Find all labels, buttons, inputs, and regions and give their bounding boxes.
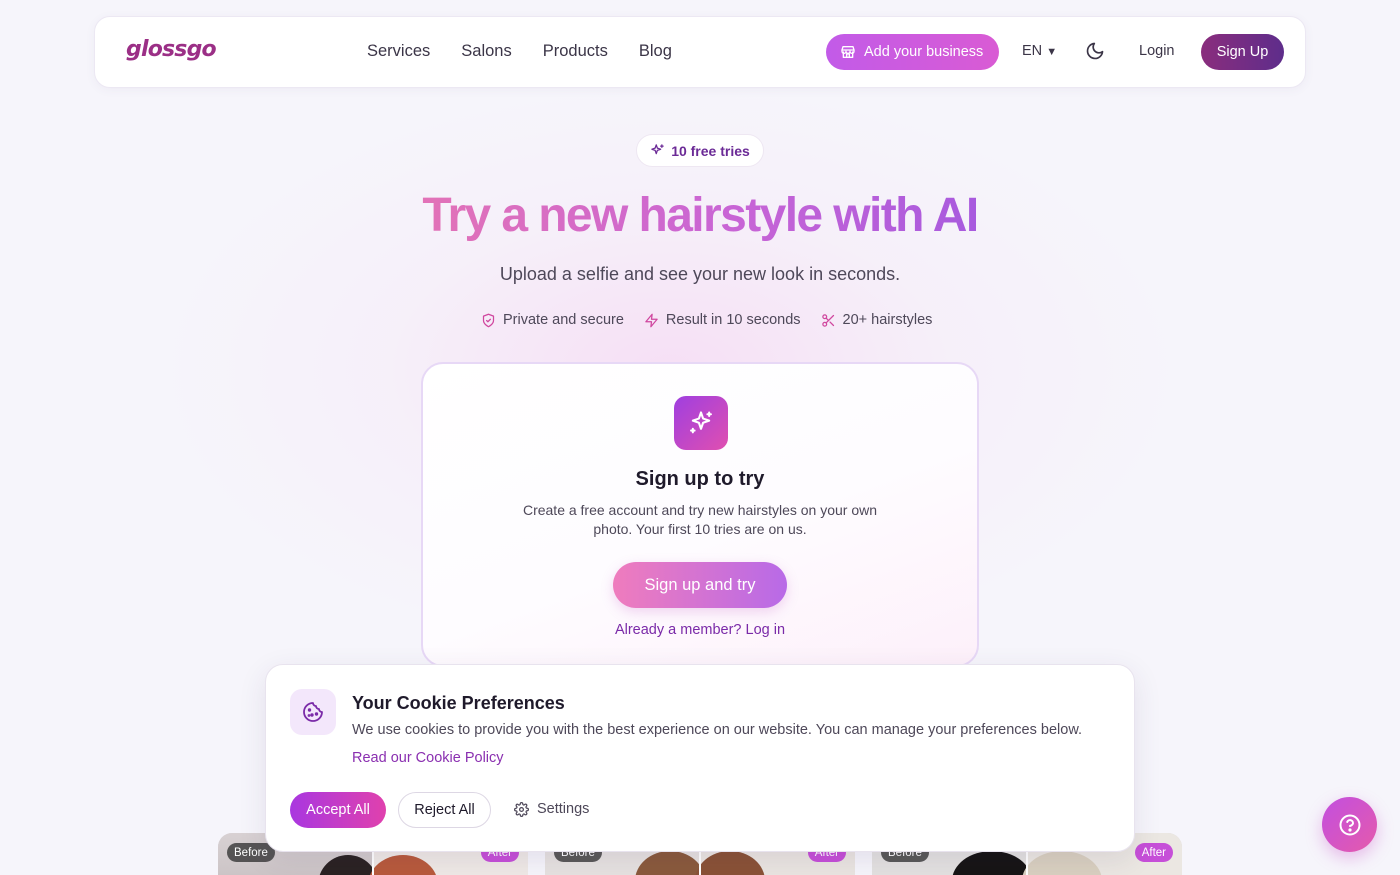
cookie-icon xyxy=(290,689,336,735)
main-nav: Services Salons Products Blog xyxy=(367,42,703,61)
scissors-icon xyxy=(821,313,834,327)
nav-services[interactable]: Services xyxy=(367,42,430,61)
theme-toggle[interactable] xyxy=(1085,41,1105,61)
member-login-link[interactable]: Already a member? Log in xyxy=(423,622,977,638)
signup-and-try-button[interactable]: Sign up and try xyxy=(613,562,787,608)
add-business-button[interactable]: Add your business xyxy=(826,34,999,70)
language-selector[interactable]: EN ▼ xyxy=(1022,43,1057,59)
site-logo[interactable]: glossgo xyxy=(126,37,217,62)
signup-button[interactable]: Sign Up xyxy=(1201,34,1284,70)
after-tag: After xyxy=(1134,843,1173,862)
cookie-glyph xyxy=(303,702,323,722)
caret-down-icon: ▼ xyxy=(1046,46,1058,58)
before-tag: Before xyxy=(227,843,275,862)
cookie-title: Your Cookie Preferences xyxy=(352,693,565,713)
login-link[interactable]: Login xyxy=(1139,43,1174,59)
shield-icon xyxy=(482,313,495,327)
sparkles-icon xyxy=(651,144,664,155)
feature-private-label: Private and secure xyxy=(503,312,624,328)
nav-products[interactable]: Products xyxy=(543,42,608,61)
feature-hairstyles-label: 20+ hairstyles xyxy=(842,312,933,328)
cookie-settings-button[interactable]: Settings xyxy=(514,801,589,817)
store-icon xyxy=(841,46,855,58)
top-navbar: glossgo Services Salons Products Blog Ad… xyxy=(94,16,1306,88)
magic-sparkle-icon xyxy=(690,411,712,434)
free-tries-badge: 10 free tries xyxy=(636,134,764,167)
hero-title: Try a new hairstyle with AI xyxy=(422,189,979,242)
card-title: Sign up to try xyxy=(635,468,765,490)
lightning-icon xyxy=(645,313,658,327)
feature-speed-label: Result in 10 seconds xyxy=(665,312,801,328)
language-label: EN xyxy=(1022,43,1043,59)
card-description: Create a free account and try new hairst… xyxy=(522,502,878,537)
add-business-label: Add your business xyxy=(864,44,984,60)
feature-speed: Result in 10 seconds xyxy=(644,312,801,328)
feature-private: Private and secure xyxy=(481,312,624,328)
cookie-banner: Your Cookie Preferences We use cookies t… xyxy=(265,664,1135,852)
card-icon-tile xyxy=(674,396,728,450)
cookie-text: We use cookies to provide you with the b… xyxy=(352,722,1083,738)
help-circle-icon xyxy=(1339,814,1360,835)
cookie-settings-label: Settings xyxy=(537,801,590,817)
help-button[interactable] xyxy=(1322,797,1377,852)
feature-list: Private and secure Result in 10 seconds … xyxy=(481,312,952,328)
free-tries-label: 10 free tries xyxy=(671,142,750,159)
cookie-policy-link[interactable]: Read our Cookie Policy xyxy=(352,750,504,766)
moon-icon xyxy=(1086,42,1104,60)
signup-card: Sign up to try Create a free account and… xyxy=(421,362,979,667)
hero-subtitle: Upload a selfie and see your new look in… xyxy=(499,264,901,284)
accept-all-button[interactable]: Accept All xyxy=(290,792,386,828)
gear-icon xyxy=(514,801,529,817)
nav-blog[interactable]: Blog xyxy=(639,42,672,61)
nav-salons[interactable]: Salons xyxy=(461,42,511,61)
reject-all-button[interactable]: Reject All xyxy=(398,792,491,828)
feature-hairstyles: 20+ hairstyles xyxy=(821,312,933,328)
